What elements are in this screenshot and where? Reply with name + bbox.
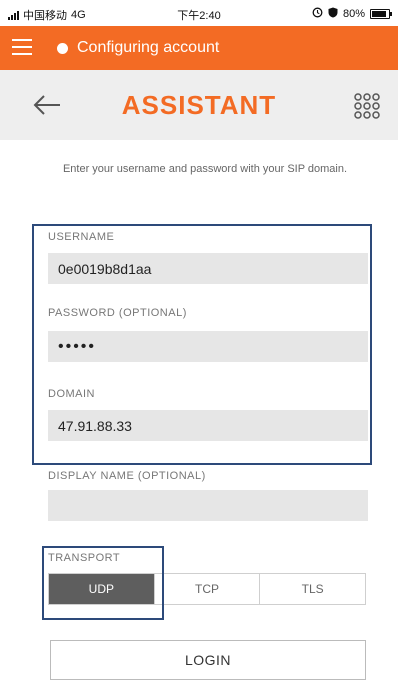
battery-icon (370, 9, 392, 19)
display-name-input[interactable] (48, 490, 368, 521)
alarm-icon (312, 7, 323, 21)
display-name-label: DISPLAY NAME (OPTIONAL) (48, 470, 206, 482)
password-label: PASSWORD (OPTIONAL) (48, 307, 187, 319)
transport-label: TRANSPORT (48, 552, 121, 564)
login-button[interactable]: LOGIN (50, 640, 366, 680)
battery-percent: 80% (342, 8, 365, 20)
password-input[interactable] (48, 331, 368, 362)
domain-input[interactable] (48, 410, 368, 441)
username-label: USERNAME (48, 231, 115, 243)
transport-option-udp[interactable]: UDP (49, 574, 155, 604)
instructions-text: Enter your username and password with yo… (62, 163, 348, 175)
domain-label: DOMAIN (48, 388, 95, 400)
top-bar: Configuring account (0, 26, 398, 70)
transport-option-tcp[interactable]: TCP (154, 574, 261, 604)
transport-selector: UDP TCP TLS (48, 573, 366, 605)
dialpad-icon[interactable] (353, 92, 381, 120)
status-dot-icon (57, 43, 68, 54)
assistant-toolbar: ASSISTANT (0, 70, 398, 140)
shield-icon (328, 7, 338, 21)
username-input[interactable] (48, 253, 368, 284)
transport-option-tls[interactable]: TLS (260, 574, 366, 604)
configuring-status: Configuring account (77, 39, 220, 56)
status-right: 80% (312, 7, 392, 21)
status-bar: 中国移动 4G 下午2:40 80% (0, 0, 398, 26)
menu-icon[interactable] (12, 39, 32, 55)
page-title: ASSISTANT (121, 90, 277, 120)
